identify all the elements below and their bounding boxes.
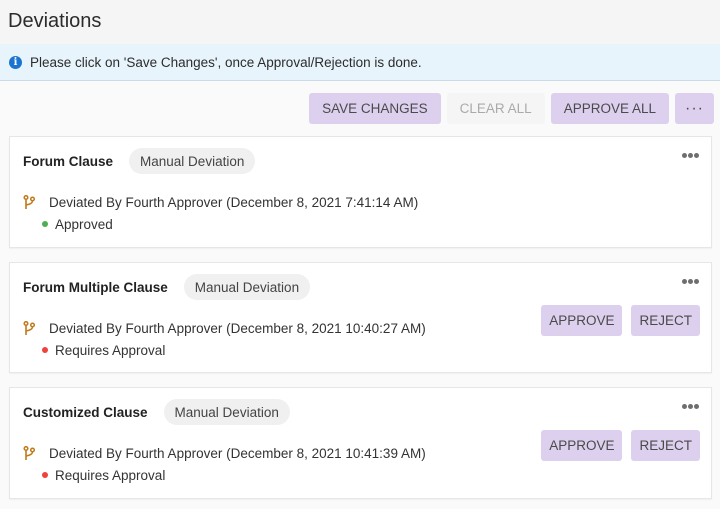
clause-name: Forum Clause — [23, 153, 114, 169]
deviation-card: Forum Clause Manual Deviation Deviated B… — [9, 136, 712, 248]
deviated-by-text: Deviated By Fourth Approver (December 8,… — [49, 194, 419, 210]
status-dot-icon — [42, 472, 48, 478]
reject-button[interactable]: REJECT — [631, 305, 700, 336]
info-icon: i — [9, 55, 22, 69]
reject-button[interactable]: REJECT — [631, 430, 700, 461]
card-menu-icon[interactable] — [681, 145, 699, 161]
card-menu-icon[interactable] — [681, 396, 699, 412]
clause-name: Forum Multiple Clause — [23, 279, 168, 295]
status-dot-icon — [42, 347, 48, 353]
deviation-type-chip: Manual Deviation — [163, 399, 290, 425]
more-options-button[interactable]: ··· — [675, 93, 714, 124]
page-title: Deviations — [8, 10, 102, 32]
approve-button[interactable]: APPROVE — [541, 305, 623, 336]
toolbar: SAVE CHANGES CLEAR ALL APPROVE ALL ··· — [309, 93, 714, 124]
clause-name: Customized Clause — [23, 404, 148, 420]
status-text: Approved — [55, 216, 113, 232]
deviation-type-chip: Manual Deviation — [129, 148, 256, 174]
info-banner: i Please click on 'Save Changes', once A… — [0, 44, 720, 81]
status-text: Requires Approval — [55, 467, 166, 483]
deviated-by-text: Deviated By Fourth Approver (December 8,… — [49, 320, 426, 336]
save-changes-button[interactable]: SAVE CHANGES — [309, 93, 441, 124]
page-header: Deviations — [0, 0, 720, 44]
clear-all-button[interactable]: CLEAR ALL — [446, 93, 545, 124]
approve-all-button[interactable]: APPROVE ALL — [550, 93, 669, 124]
status-text: Requires Approval — [55, 342, 166, 358]
branch-icon — [23, 320, 37, 336]
deviation-card: Customized Clause Manual Deviation Devia… — [9, 387, 712, 499]
deviated-by-text: Deviated By Fourth Approver (December 8,… — [49, 445, 426, 461]
approve-button[interactable]: APPROVE — [541, 430, 623, 461]
status-dot-icon — [42, 221, 48, 227]
card-menu-icon[interactable] — [681, 271, 699, 287]
deviation-card: Forum Multiple Clause Manual Deviation D… — [9, 262, 712, 373]
branch-icon — [23, 194, 37, 210]
branch-icon — [23, 445, 37, 461]
deviation-type-chip: Manual Deviation — [183, 274, 311, 300]
banner-message: Please click on 'Save Changes', once App… — [30, 54, 422, 70]
